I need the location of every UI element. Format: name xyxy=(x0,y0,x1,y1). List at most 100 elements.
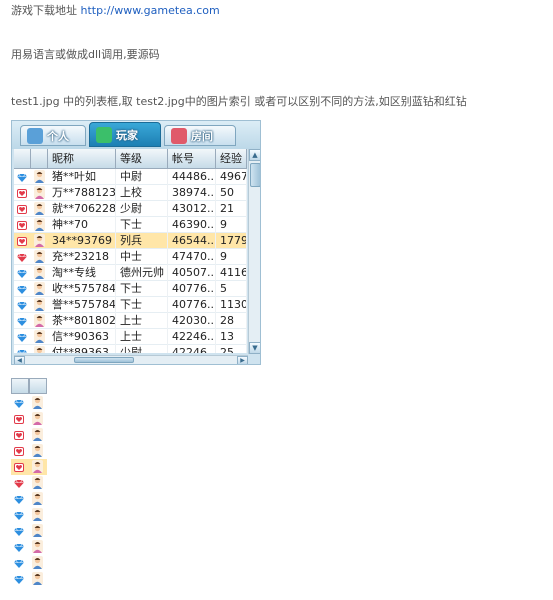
red-diamond-icon xyxy=(17,188,27,198)
download-label: 游戏下载地址 xyxy=(11,4,77,17)
cell-name: 收**575784 xyxy=(48,281,116,297)
cell-name: 誉**575784 xyxy=(48,297,116,313)
male-avatar-icon xyxy=(32,476,43,489)
tab-bar: 个人 玩家 房间 xyxy=(12,121,260,149)
strip-row xyxy=(11,571,47,587)
strip-row xyxy=(11,459,47,475)
tab-players[interactable]: 玩家 xyxy=(89,122,161,147)
blue-diamond-icon xyxy=(17,348,27,353)
blue-diamond-icon xyxy=(14,398,24,408)
red-diamond-icon xyxy=(14,478,24,488)
header-avatar[interactable] xyxy=(31,149,48,169)
strip-row xyxy=(11,507,47,523)
table-row[interactable]: 誉**575784 下士 40776... 1130 xyxy=(14,297,247,313)
header-nickname[interactable]: 昵称 xyxy=(48,149,116,169)
scroll-thumb[interactable] xyxy=(250,163,260,187)
table-row[interactable]: 充**23218 中士 47470... 9 xyxy=(14,249,247,265)
table-row[interactable]: 猪**叶如中尉44486...49671 xyxy=(14,169,247,185)
cell-account: 44486... xyxy=(168,169,216,185)
player-grid[interactable]: 昵称 等级 帐号 经验 猪**叶如中尉44486...49671万**78812… xyxy=(14,149,247,353)
blue-diamond-icon xyxy=(17,268,27,278)
cell-rank: 德州元帅 xyxy=(116,265,168,281)
table-row[interactable]: 万**788123 上校 38974... 50 xyxy=(14,185,247,201)
tab-personal[interactable]: 个人 xyxy=(20,125,86,146)
male-avatar-icon xyxy=(32,508,43,521)
cell-exp: 1130 xyxy=(216,297,247,313)
strip-row xyxy=(11,411,47,427)
male-avatar-icon xyxy=(32,396,43,409)
cell-name: 付**89363 xyxy=(48,345,116,353)
cell-rank: 列兵 xyxy=(116,233,168,249)
cell-exp: 9 xyxy=(216,249,247,265)
blue-diamond-icon xyxy=(17,300,27,310)
blue-diamond-icon xyxy=(14,558,24,568)
cell-rank: 中士 xyxy=(116,249,168,265)
cell-exp: 17790 xyxy=(216,233,247,249)
table-row[interactable]: 神**70 下士 46390... 9 xyxy=(14,217,247,233)
female-avatar-icon xyxy=(34,314,45,327)
scroll-right-icon[interactable]: ▶ xyxy=(237,356,248,364)
scroll-left-icon[interactable]: ◀ xyxy=(14,356,25,364)
male-avatar-icon xyxy=(32,428,43,441)
cell-exp: 9 xyxy=(216,217,247,233)
cell-name: 神**70 xyxy=(48,217,116,233)
cell-rank: 下士 xyxy=(116,217,168,233)
cell-exp: 4116 xyxy=(216,265,247,281)
table-row[interactable]: 信**90363 上士 42246... 13 xyxy=(14,329,247,345)
blue-diamond-icon xyxy=(14,510,24,520)
header-gem[interactable] xyxy=(14,149,31,169)
red-diamond-icon xyxy=(14,446,24,456)
table-row[interactable]: 34**93769列兵46544...17790 xyxy=(14,233,247,249)
male-avatar-icon xyxy=(34,202,45,215)
table-row[interactable]: 就**706228 少尉 43012... 21 xyxy=(14,201,247,217)
cell-exp: 50 xyxy=(216,185,247,201)
red-diamond-icon xyxy=(17,220,27,230)
cell-account: 47470... xyxy=(168,249,216,265)
cell-rank: 少尉 xyxy=(116,201,168,217)
players-icon xyxy=(96,126,112,143)
cell-name: 充**23218 xyxy=(48,249,116,265)
table-row[interactable]: 茶**801802 上士 42030... 28 xyxy=(14,313,247,329)
cell-rank: 下士 xyxy=(116,281,168,297)
male-avatar-icon xyxy=(32,444,43,457)
tab-room[interactable]: 房间 xyxy=(164,125,236,146)
male-avatar-icon xyxy=(34,282,45,295)
blue-diamond-icon xyxy=(17,172,27,182)
blue-diamond-icon xyxy=(14,494,24,504)
cell-exp: 25 xyxy=(216,345,247,353)
blue-diamond-icon xyxy=(17,332,27,342)
description-text: test1.jpg 中的列表框,取 test2.jpg中的图片索引 或者可以区别… xyxy=(11,95,467,108)
cell-rank: 中尉 xyxy=(116,169,168,185)
strip-header-avatar xyxy=(29,378,47,394)
red-diamond-icon xyxy=(14,462,24,472)
room-icon xyxy=(171,127,187,144)
female-avatar-icon xyxy=(32,412,43,425)
table-row[interactable]: 淘**专线 德州元帅 40507... 4116 xyxy=(14,265,247,281)
male-avatar-icon xyxy=(32,492,43,505)
female-avatar-icon xyxy=(34,186,45,199)
people-icon xyxy=(27,127,43,144)
strip-row xyxy=(11,555,47,571)
cell-account: 40776... xyxy=(168,297,216,313)
download-link[interactable]: http://www.gametea.com xyxy=(81,4,220,17)
scroll-up-icon[interactable]: ▲ xyxy=(249,149,260,161)
header-exp[interactable]: 经验 xyxy=(216,149,247,169)
cell-rank: 上士 xyxy=(116,313,168,329)
blue-diamond-icon xyxy=(14,542,24,552)
header-rank[interactable]: 等级 xyxy=(116,149,168,169)
male-avatar-icon xyxy=(34,170,45,183)
cell-exp: 28 xyxy=(216,313,247,329)
vertical-scrollbar[interactable]: ▲ ▼ xyxy=(248,149,260,354)
header-account[interactable]: 帐号 xyxy=(168,149,216,169)
table-row[interactable]: 收**575784 下士 40776... 5 xyxy=(14,281,247,297)
horizontal-scroll-thumb[interactable] xyxy=(74,357,134,363)
strip-row xyxy=(11,475,47,491)
strip-row xyxy=(11,491,47,507)
scroll-down-icon[interactable]: ▼ xyxy=(249,342,260,354)
cell-name: 万**788123 xyxy=(48,185,116,201)
download-line: 游戏下载地址 http://www.gametea.com xyxy=(11,2,220,18)
strip-row xyxy=(11,427,47,443)
blue-diamond-icon xyxy=(17,316,27,326)
table-row[interactable]: 付**89363 少尉 42246... 25 xyxy=(14,345,247,353)
horizontal-scrollbar[interactable]: ◀ ▶ xyxy=(14,355,248,364)
